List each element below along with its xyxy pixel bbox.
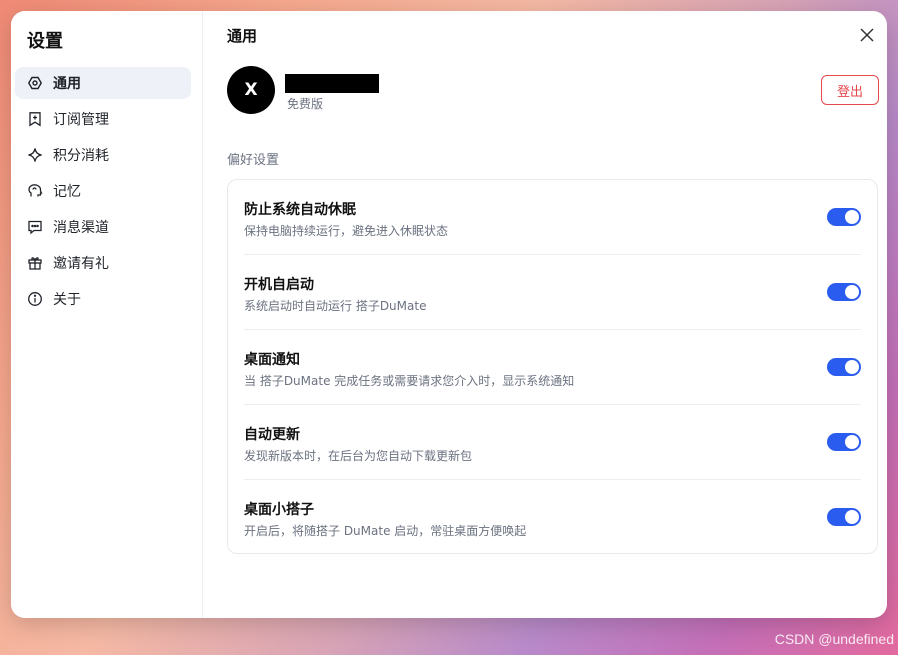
brain-icon — [27, 183, 43, 199]
plan-label: 免费版 — [287, 97, 324, 111]
sidebar: 设置 通用 订阅管理 积分消耗 记忆 消息渠道 邀请有礼 关于 — [11, 11, 203, 618]
page-title: 通用 — [227, 27, 258, 45]
sidebar-item-label: 关于 — [53, 292, 81, 308]
toggle-knob — [845, 285, 859, 299]
close-button[interactable] — [857, 25, 877, 45]
info-icon — [27, 291, 43, 307]
sidebar-nav: 通用 订阅管理 积分消耗 记忆 消息渠道 邀请有礼 关于 — [15, 67, 191, 319]
sidebar-item-label: 通用 — [53, 76, 81, 92]
main-panel: 通用 X 免费版 登出 偏好设置 防止系统自动休眠 保持电脑持续运行，避免进入休… — [203, 11, 887, 618]
setting-title: 防止系统自动休眠 — [244, 202, 356, 218]
launch-at-startup-toggle[interactable] — [827, 283, 861, 301]
gift-icon — [27, 255, 43, 271]
toggle-knob — [845, 435, 859, 449]
watermark: CSDN @undefined — [774, 631, 894, 647]
toggle-knob — [845, 510, 859, 524]
avatar: X — [227, 66, 275, 114]
sidebar-item-label: 消息渠道 — [53, 220, 109, 236]
bookmark-plus-icon — [27, 111, 43, 127]
setting-description: 系统启动时自动运行 搭子DuMate — [244, 299, 427, 313]
sparkle-icon — [27, 147, 43, 163]
setting-description: 开启后，将随搭子 DuMate 启动，常驻桌面方便唤起 — [244, 524, 527, 538]
setting-row-auto-update: 自动更新 发现新版本时，在后台为您自动下载更新包 — [244, 405, 861, 480]
desktop-widget-toggle[interactable] — [827, 508, 861, 526]
close-icon — [860, 28, 874, 42]
sidebar-item-invite[interactable]: 邀请有礼 — [15, 247, 191, 279]
preferences-card: 防止系统自动休眠 保持电脑持续运行，避免进入休眠状态 开机自启动 系统启动时自动… — [227, 179, 878, 554]
setting-description: 发现新版本时，在后台为您自动下载更新包 — [244, 449, 473, 463]
toggle-knob — [845, 210, 859, 224]
setting-description: 保持电脑持续运行，避免进入休眠状态 — [244, 224, 449, 238]
sidebar-item-label: 订阅管理 — [53, 112, 109, 128]
setting-title: 开机自启动 — [244, 277, 314, 293]
redacted-username — [285, 74, 379, 93]
setting-row-prevent-sleep: 防止系统自动休眠 保持电脑持续运行，避免进入休眠状态 — [244, 180, 861, 255]
setting-description: 当 搭子DuMate 完成任务或需要请求您介入时，显示系统通知 — [244, 374, 575, 388]
setting-title: 桌面通知 — [244, 352, 300, 368]
setting-row-desktop-notifications: 桌面通知 当 搭子DuMate 完成任务或需要请求您介入时，显示系统通知 — [244, 330, 861, 405]
setting-title: 自动更新 — [244, 427, 300, 443]
settings-window: 设置 通用 订阅管理 积分消耗 记忆 消息渠道 邀请有礼 关于 通用 X 免费版… — [11, 11, 887, 618]
setting-row-launch-at-startup: 开机自启动 系统启动时自动运行 搭子DuMate — [244, 255, 861, 330]
prevent-sleep-toggle[interactable] — [827, 208, 861, 226]
sidebar-item-subscription[interactable]: 订阅管理 — [15, 103, 191, 135]
sidebar-title: 设置 — [27, 31, 63, 52]
hexagon-settings-icon — [27, 75, 43, 91]
sidebar-item-label: 积分消耗 — [53, 148, 109, 164]
sidebar-item-label: 记忆 — [53, 184, 81, 200]
message-dots-icon — [27, 219, 43, 235]
toggle-knob — [845, 360, 859, 374]
auto-update-toggle[interactable] — [827, 433, 861, 451]
setting-row-desktop-widget: 桌面小搭子 开启后，将随搭子 DuMate 启动，常驻桌面方便唤起 — [244, 480, 861, 555]
desktop-notifications-toggle[interactable] — [827, 358, 861, 376]
sidebar-item-memory[interactable]: 记忆 — [15, 175, 191, 207]
logout-button[interactable]: 登出 — [821, 75, 879, 105]
sidebar-item-general[interactable]: 通用 — [15, 67, 191, 99]
sidebar-item-credits[interactable]: 积分消耗 — [15, 139, 191, 171]
sidebar-item-about[interactable]: 关于 — [15, 283, 191, 315]
sidebar-item-channels[interactable]: 消息渠道 — [15, 211, 191, 243]
sidebar-item-label: 邀请有礼 — [53, 256, 109, 272]
setting-title: 桌面小搭子 — [244, 502, 314, 518]
section-label-preferences: 偏好设置 — [227, 153, 280, 168]
